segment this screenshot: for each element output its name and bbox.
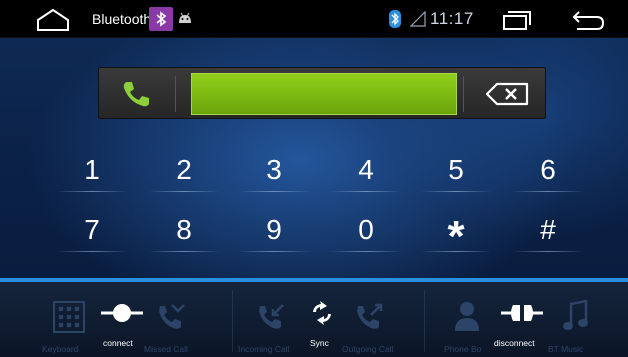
key-9[interactable]: 9 [234,208,314,252]
clock: 11:17 [430,9,474,28]
key-1[interactable]: 1 [52,148,132,192]
divider [232,290,233,352]
key-star[interactable]: * [416,208,496,261]
tab-bt-music-label: BT Music [548,344,584,354]
home-icon[interactable] [36,8,70,32]
key-hash[interactable]: # [508,208,588,252]
key-2[interactable]: 2 [144,148,224,192]
sync-button[interactable]: Sync [304,282,340,357]
tab-phone-book[interactable]: Phone Bo [440,282,490,357]
disconnect-label: disconnect [494,338,535,348]
sync-icon [313,301,331,325]
tab-missed-call[interactable]: Missed Call [140,282,204,357]
connect-label: connect [103,338,133,348]
status-bar: Bluetooth 11:17 [0,0,628,38]
signal-icon [410,11,426,27]
bluetooth-badge-icon [149,7,173,31]
key-8[interactable]: 8 [144,208,224,252]
divider [424,290,425,352]
phone-book-icon [455,302,479,331]
app-title: Bluetooth [92,11,152,27]
key-4[interactable]: 4 [326,148,406,192]
key-7[interactable]: 7 [52,208,132,252]
sync-label: Sync [310,338,329,348]
connect-plug-icon [101,304,143,322]
disconnect-button[interactable]: disconnect [492,282,552,357]
incoming-call-icon [259,304,284,329]
outgoing-call-icon [357,303,383,329]
tab-outgoing-call-label: Outgoing Call [342,344,394,354]
divider [175,76,176,112]
android-icon [179,12,191,23]
divider [463,76,464,112]
tab-phone-book-label: Phone Bo [444,344,482,354]
screen: Bluetooth 11:17 1 2 3 4 5 6 7 8 9 0 * # … [0,0,628,357]
tab-missed-call-label: Missed Call [144,344,188,354]
tab-incoming-call-label: Incoming Call [238,344,290,354]
tab-outgoing-call[interactable]: Outgoing Call [340,282,410,357]
dial-display [98,67,546,119]
key-6[interactable]: 6 [508,148,588,192]
recent-apps-icon[interactable] [502,9,532,31]
tab-bt-music[interactable]: BT Music [548,282,602,357]
bottom-bar: Keyboard connect Missed Call Incoming Ca… [0,282,628,357]
tab-keyboard-label: Keyboard [42,344,79,354]
keypad: 1 2 3 4 5 6 7 8 9 0 * # [52,148,596,264]
dial-number-field[interactable] [191,73,457,115]
key-3[interactable]: 3 [234,148,314,192]
bluetooth-status-icon [389,10,401,28]
keyboard-icon [53,301,85,333]
tab-keyboard[interactable]: Keyboard [40,282,100,357]
key-0[interactable]: 0 [326,208,406,252]
tab-incoming-call[interactable]: Incoming Call [238,282,302,357]
disconnect-plug-icon [501,305,543,321]
key-5[interactable]: 5 [416,148,496,192]
back-icon[interactable] [571,9,605,31]
call-icon[interactable] [121,80,151,108]
music-note-icon [563,300,588,330]
missed-call-icon [159,304,185,329]
backspace-icon[interactable] [485,82,529,106]
